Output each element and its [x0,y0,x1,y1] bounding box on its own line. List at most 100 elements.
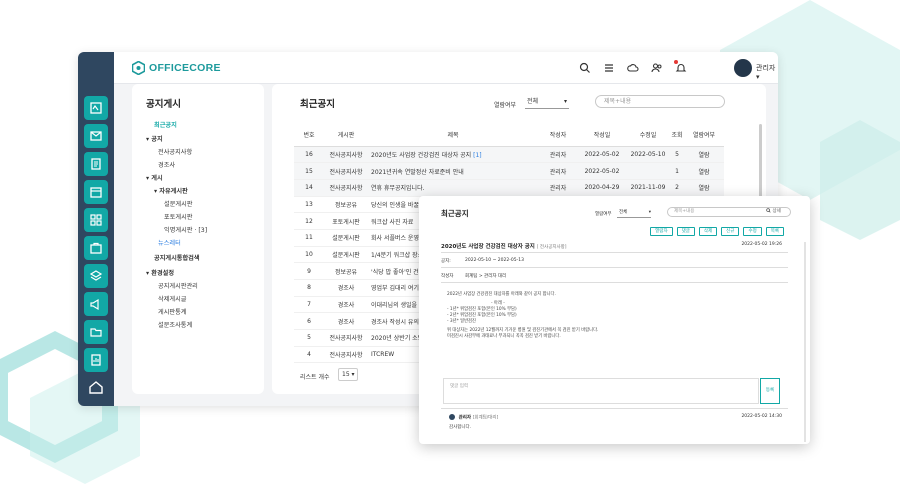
document-icon[interactable] [84,152,108,176]
table-row[interactable]: 14 전사공지사항 연휴 휴무공지입니다. 관리자 2020-04-29 2021-11-… [294,179,724,197]
layers-icon[interactable] [84,264,108,288]
list-count-select[interactable]: 15 ▾ [338,368,358,381]
avatar[interactable] [734,59,752,77]
comment-user-name: 관리자 [458,415,471,421]
comment-button[interactable]: 댓글 [676,227,695,236]
cell-no: 4 [294,346,324,364]
cell-board: 정보공유 [324,196,368,214]
table-header: 번호 게시판 제목 작성자 작성일 수정일 조회 열람여부 [294,124,724,147]
user-name[interactable]: 관리자 ▾ [756,63,778,81]
app-logo[interactable]: OFFICECORE [132,61,221,75]
users-icon[interactable] [651,62,663,74]
divider [441,408,788,409]
column-header: 조회 [670,124,684,147]
detail-search-input[interactable]: 제목+내용 상세 [667,207,791,217]
comment-input[interactable]: 댓글 입력 [443,378,759,404]
post-title-cell[interactable]: 1/4분기 워크샵 장소 [371,252,423,259]
tree-item-events[interactable]: 경조사 [158,160,175,169]
post-title-text: 2020년도 사업장 건강검진 대상자 공지 [441,244,535,250]
detail-search-button[interactable]: 상세 [766,208,781,216]
grid-icon[interactable] [84,208,108,232]
cell-views: 5 [670,146,684,164]
report-icon[interactable] [84,348,108,372]
search-input[interactable]: 제목+내용 상세 [595,95,725,108]
sidebar [78,52,114,406]
board-icon[interactable] [84,96,108,120]
tree-item-recent[interactable]: 최근공지 [154,120,177,129]
tree-item-board-stats[interactable]: 게시판통계 [158,307,186,316]
tree-item-board-admin[interactable]: 공지게시판관리 [158,281,198,290]
cloud-icon[interactable] [627,62,639,74]
cell-modified: 2022-05-10 [626,146,670,164]
edit-button[interactable]: 수정 [743,227,762,236]
tree-item-newsletter[interactable]: 뉴스레터 [158,238,181,247]
readers-button[interactable]: 열람자 [650,227,673,236]
list-button[interactable]: 목록 [765,227,784,236]
cell-title: 2020년도 사업장 건강검진 대상자 공지 [1] [368,146,538,164]
table-row[interactable]: 16 전사공지사항 2020년도 사업장 건강검진 대상자 공지 [1] 관리자 202… [294,146,724,164]
briefcase-icon[interactable] [84,236,108,260]
column-header: 작성일 [578,124,626,147]
board-tree-panel: 공지게시 최근공지 ▾ 공지 전사공지사항 경조사 ▾ 게시 ▾ 자유게시판 설… [132,84,264,394]
user-icon [449,414,455,420]
tree-item-notice[interactable]: ▾ 공지 [146,134,163,143]
calendar-icon[interactable] [84,180,108,204]
megaphone-icon[interactable] [84,292,108,316]
post-title-cell[interactable]: 워크샵 사진 자료 [371,219,413,226]
cell-board: 경조사 [324,279,368,297]
tree-item-settings[interactable]: ▾ 환경설정 [146,268,174,277]
tree-item-free-board[interactable]: ▾ 자유게시판 [154,186,188,195]
chevron-down-icon: ▾ [648,210,651,215]
post-title-cell[interactable]: 2021년귀속 연말정산 자료준비 안내 [371,169,464,176]
notification-dot [674,60,678,64]
post-body-line: - 3년* 일반검진 [447,319,476,324]
list-icon[interactable] [603,62,615,74]
post-title-cell[interactable]: 당신의 인생을 바꿀 [371,202,419,209]
cell-board: 전사공지사항 [324,329,368,347]
tree-item-anonymous-board[interactable]: 익명게시판 · [3] [164,225,207,234]
tree-item-survey-board[interactable]: 설문게시판 [164,199,192,208]
post-title-cell[interactable]: '식당 밥 좋아'인 건 [371,269,419,276]
post-title-cell[interactable]: 2020년도 사업장 건강검진 대상자 공지 [371,152,471,159]
post-title-cell[interactable]: 영업부 김대리 여기 [371,285,419,292]
post-body-line: 2022년 사업장 건강검진 대상자를 아래와 같이 공지 합니다. [447,292,556,297]
post-title-cell[interactable]: 2020년 상반기 소방 [371,335,423,342]
tree-item-deleted-posts[interactable]: 삭제게시글 [158,294,186,303]
post-title-cell[interactable]: 이대리님의 생일을 [371,302,417,309]
search-icon[interactable] [579,62,591,74]
post-title-cell[interactable]: 회사 서플버스 운영 [371,235,419,242]
column-header: 작성자 [538,124,578,147]
comment-submit-button[interactable]: 등록 [760,378,780,404]
cell-no: 13 [294,196,324,214]
cell-board: 정보공유 [324,262,368,280]
detail-scrollbar[interactable] [804,242,806,442]
mail-icon[interactable] [84,124,108,148]
cell-created: 2020-04-29 [578,179,626,197]
column-header: 열람여부 [684,124,724,147]
cell-author: 관리자 [538,162,578,180]
tree-item-photo-board[interactable]: 포토게시판 [164,212,192,221]
read-filter-select[interactable]: 전체 ▾ [525,96,569,109]
cell-no: 10 [294,246,324,264]
delete-button[interactable]: 삭제 [698,227,718,236]
tree-item-board[interactable]: ▾ 게시 [146,173,163,182]
folder-icon[interactable] [84,320,108,344]
cell-board: 전사공지사항 [324,346,368,364]
tree-item-company-notice[interactable]: 전사공지사항 [158,147,192,156]
detail-read-filter-select[interactable]: 전체 ▾ [617,208,651,218]
new-button[interactable]: 신규 [721,227,740,236]
tree-item-survey-stats[interactable]: 설문조사통계 [158,320,192,329]
home-icon[interactable] [87,378,105,396]
post-title-cell[interactable]: 경조사 작성시 유의 [371,319,419,326]
cell-board: 설문게시판 [324,246,368,264]
post-title-cell[interactable]: 연휴 휴무공지입니다. [371,185,425,192]
app-logo-text: OFFICECORE [149,62,221,74]
cell-no: 5 [294,329,324,347]
post-title-cell[interactable]: ITCREW [371,351,394,358]
table-row[interactable]: 15 전사공지사항 2021년귀속 연말정산 자료준비 안내 관리자 2022-05-0… [294,162,724,180]
column-header: 제목 [368,124,538,147]
detail-title: 최근공지 [441,209,469,218]
tree-item-integrated-search[interactable]: 공지게시통합검색 [154,253,200,262]
cell-author: 관리자 [538,179,578,197]
chevron-down-icon: ▾ [563,98,567,105]
